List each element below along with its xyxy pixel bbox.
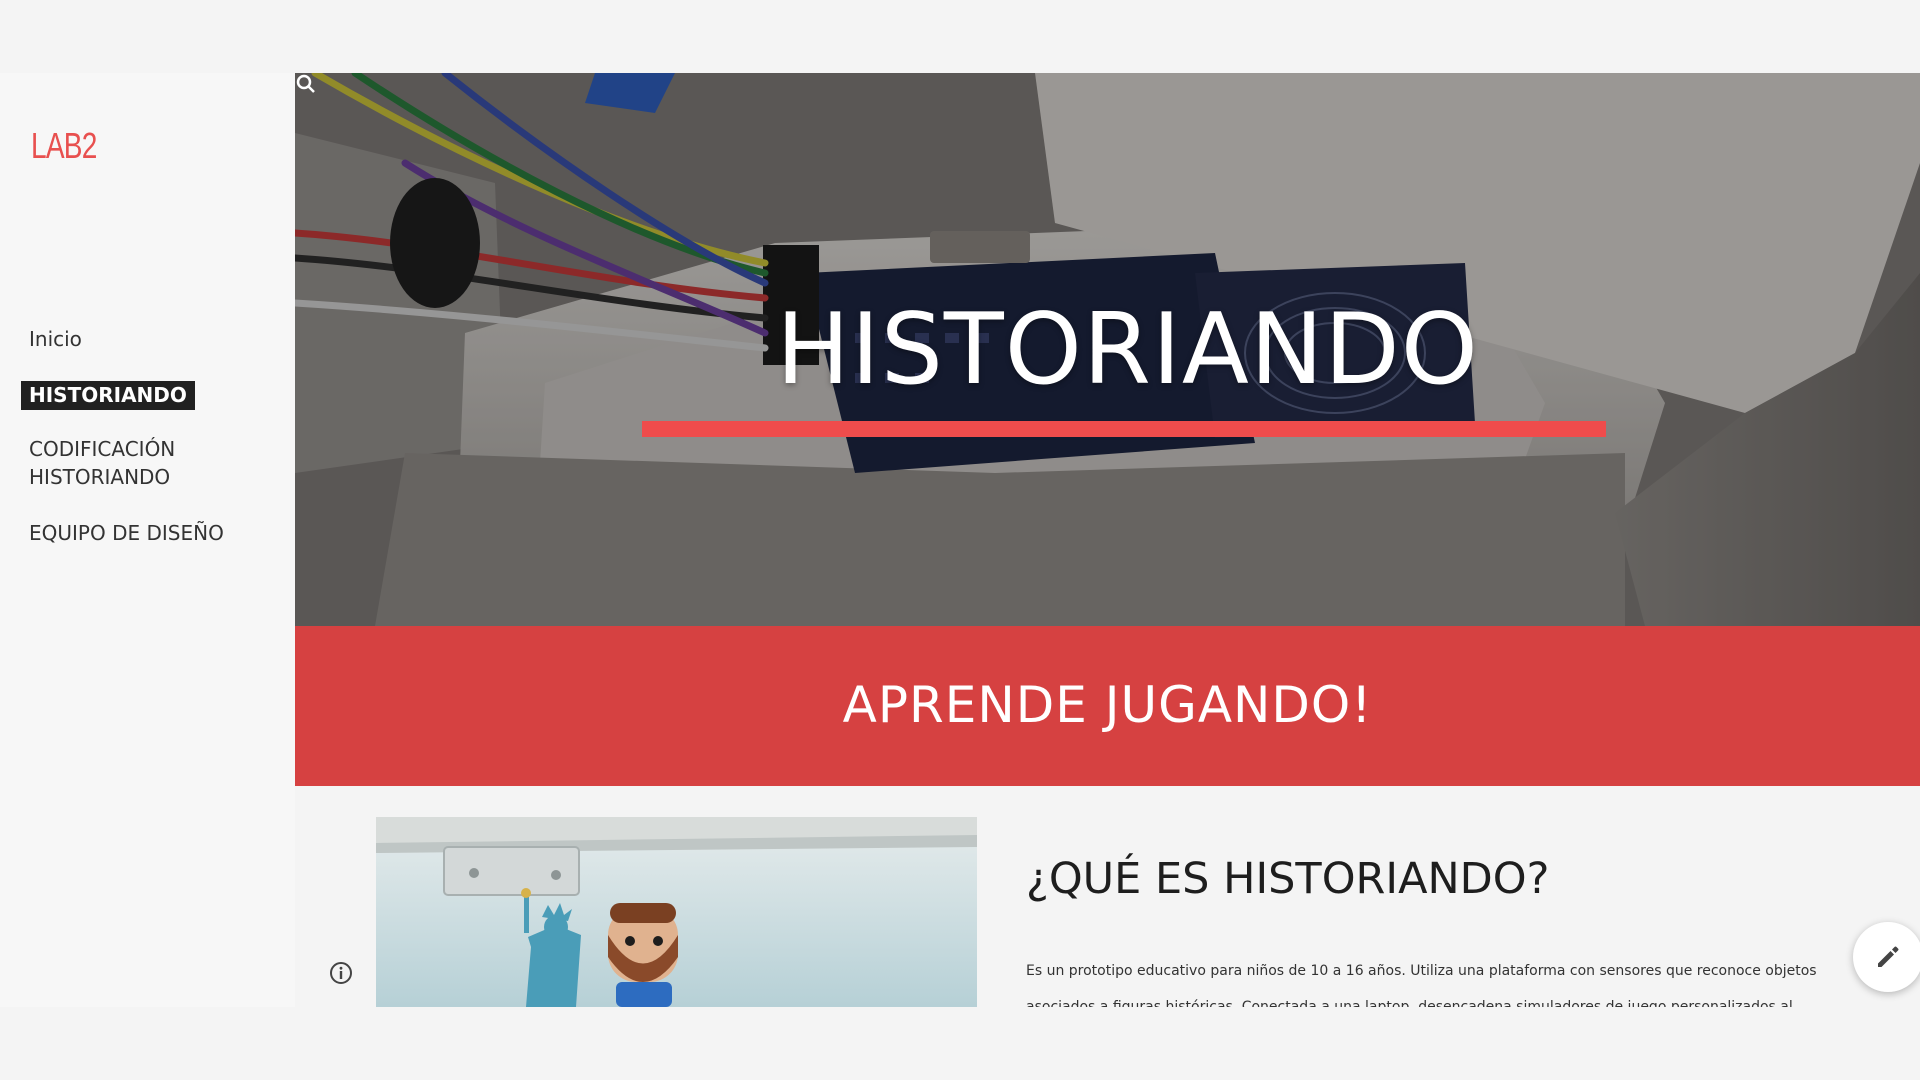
nav-item-historiando[interactable]: HISTORIANDO bbox=[21, 381, 195, 410]
hero-section: HISTORIANDO bbox=[295, 73, 1920, 626]
nav-item-codificacion-historiando[interactable]: CODIFICACIÓN HISTORIANDO bbox=[29, 435, 175, 491]
page: LAB2 Inicio HISTORIANDO CODIFICACIÓN HIS… bbox=[0, 0, 1920, 1080]
banner-section: APRENDE JUGANDO! bbox=[295, 626, 1920, 786]
hero-title-underline bbox=[642, 421, 1606, 437]
section-photo bbox=[376, 817, 977, 1007]
nav-item-label-line2: HISTORIANDO bbox=[29, 465, 171, 489]
content-section: ¿QUÉ ES HISTORIANDO? Es un prototipo edu… bbox=[295, 786, 1920, 1007]
section-body: Es un prototipo educativo para niños de … bbox=[1026, 953, 1906, 1007]
search-icon[interactable] bbox=[295, 73, 317, 95]
info-icon[interactable] bbox=[329, 961, 353, 985]
sidebar: LAB2 Inicio HISTORIANDO CODIFICACIÓN HIS… bbox=[0, 73, 295, 1007]
hero-title: HISTORIANDO bbox=[776, 293, 1479, 407]
section-body-line-1: Es un prototipo educativo para niños de … bbox=[1026, 963, 1817, 979]
edit-button[interactable] bbox=[1853, 922, 1920, 992]
pencil-icon bbox=[1878, 946, 1899, 967]
nav-item-equipo-de-diseno[interactable]: EQUIPO DE DISEÑO bbox=[29, 519, 224, 547]
site-logo[interactable]: LAB2 bbox=[31, 125, 97, 167]
section-title: ¿QUÉ ES HISTORIANDO? bbox=[1026, 854, 1550, 904]
toy-figures-image bbox=[376, 817, 977, 1007]
banner-text: APRENDE JUGANDO! bbox=[842, 676, 1373, 734]
nav-item-label-line1: CODIFICACIÓN bbox=[29, 437, 176, 461]
main-content: HISTORIANDO APRENDE JUGANDO! ¿QUÉ ES HIS… bbox=[295, 73, 1920, 1007]
section-body-line-2: asociados a figuras históricas. Conectad… bbox=[1026, 999, 1793, 1007]
nav-item-inicio[interactable]: Inicio bbox=[29, 325, 82, 353]
